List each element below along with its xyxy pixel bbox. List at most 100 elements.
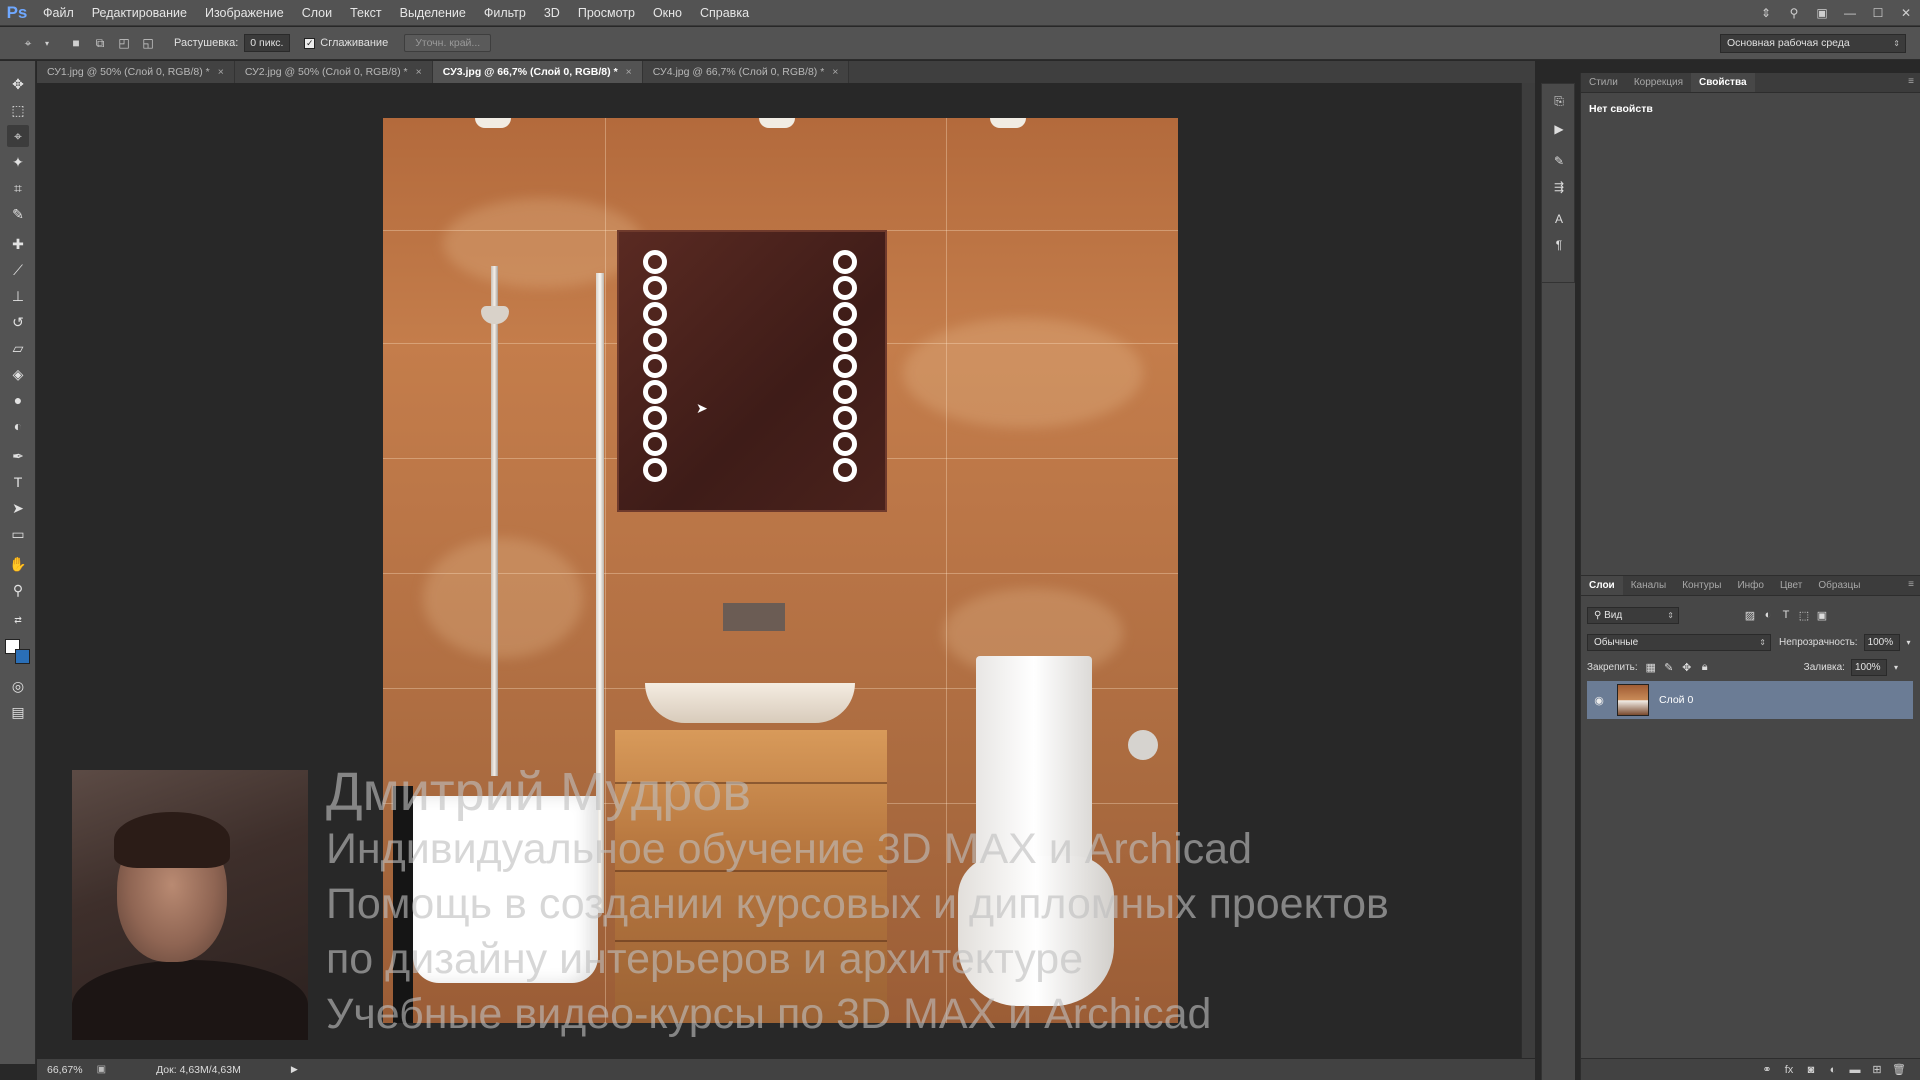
tab-color[interactable]: Цвет: [1772, 576, 1810, 595]
link-layers-icon[interactable]: ⚭: [1756, 1063, 1778, 1076]
filter-adjustment-icon[interactable]: ◐: [1759, 606, 1777, 624]
panel-menu-icon[interactable]: ≡: [1908, 579, 1914, 590]
close-icon[interactable]: ×: [626, 66, 632, 78]
menu-edit[interactable]: Редактирование: [83, 0, 196, 26]
antialias-checkbox[interactable]: ✓: [304, 37, 316, 49]
fill-input[interactable]: 100%: [1850, 658, 1887, 676]
marquee-icon[interactable]: ⬚: [7, 99, 29, 121]
add-selection-icon[interactable]: ⧉: [90, 33, 110, 53]
tool-presets-icon[interactable]: ⇶: [1548, 176, 1570, 198]
tab-channels[interactable]: Каналы: [1623, 576, 1675, 595]
menu-3d[interactable]: 3D: [535, 0, 569, 26]
lock-all-icon[interactable]: 🔒︎: [1696, 658, 1714, 676]
filter-shape-icon[interactable]: ⬚: [1795, 606, 1813, 624]
tab-document[interactable]: СУ2.jpg @ 50% (Слой 0, RGB/8) * ×: [234, 61, 433, 83]
zoom-level[interactable]: 66,67%: [47, 1064, 83, 1076]
magic-wand-icon[interactable]: ✦: [7, 151, 29, 173]
refine-edge-button[interactable]: Уточн. край...: [404, 34, 492, 52]
blend-mode-select[interactable]: Обычные ⇕: [1587, 633, 1771, 651]
adjustment-layer-icon[interactable]: ◐: [1822, 1064, 1844, 1076]
polygonal-lasso-icon[interactable]: ⌖: [7, 125, 29, 147]
menu-select[interactable]: Выделение: [391, 0, 475, 26]
eyedropper-icon[interactable]: ✎: [7, 203, 29, 225]
screen-mode-icon[interactable]: ▣: [1808, 0, 1836, 26]
new-layer-icon[interactable]: ⊞: [1866, 1063, 1888, 1076]
filter-type-icon[interactable]: T: [1777, 606, 1795, 624]
panel-menu-icon[interactable]: ≡: [1908, 76, 1914, 87]
workspace-select[interactable]: Основная рабочая среда ⇕: [1720, 34, 1906, 53]
menu-type[interactable]: Текст: [341, 0, 390, 26]
type-icon[interactable]: T: [7, 471, 29, 493]
intersect-selection-icon[interactable]: ◱: [138, 33, 158, 53]
brush-icon[interactable]: ⟋: [7, 259, 29, 281]
maximize-icon[interactable]: ☐: [1864, 0, 1892, 26]
menu-image[interactable]: Изображение: [196, 0, 293, 26]
status-menu-arrow-icon[interactable]: ▶: [291, 1064, 298, 1075]
tab-document[interactable]: СУ4.jpg @ 66,7% (Слой 0, RGB/8) * ×: [642, 61, 850, 83]
hand-icon[interactable]: ✋: [7, 553, 29, 575]
close-icon[interactable]: ×: [416, 66, 422, 78]
opacity-input[interactable]: 100%: [1863, 633, 1900, 651]
tab-document[interactable]: СУ1.jpg @ 50% (Слой 0, RGB/8) * ×: [37, 61, 235, 83]
arrange-icon[interactable]: ⇕: [1752, 0, 1780, 26]
add-mask-icon[interactable]: ◙: [1800, 1064, 1822, 1076]
swap-colors-icon[interactable]: ⇄: [7, 609, 29, 631]
new-group-icon[interactable]: ▬: [1844, 1064, 1866, 1076]
lock-transparent-icon[interactable]: ▦: [1642, 658, 1660, 676]
menu-view[interactable]: Просмотр: [569, 0, 644, 26]
clone-stamp-icon[interactable]: ⊥: [7, 285, 29, 307]
tab-swatches[interactable]: Образцы: [1810, 576, 1868, 595]
tab-info[interactable]: Инфо: [1729, 576, 1772, 595]
path-selection-icon[interactable]: ➤: [7, 497, 29, 519]
minimize-icon[interactable]: —: [1836, 0, 1864, 26]
eraser-icon[interactable]: ▱: [7, 337, 29, 359]
healing-brush-icon[interactable]: ✚: [7, 233, 29, 255]
subtract-selection-icon[interactable]: ◰: [114, 33, 134, 53]
screen-mode-icon[interactable]: ▤: [7, 701, 29, 723]
pen-icon[interactable]: ✒: [7, 445, 29, 467]
tab-adjustments[interactable]: Коррекция: [1626, 73, 1691, 92]
tab-styles[interactable]: Стили: [1581, 73, 1626, 92]
paint-bucket-icon[interactable]: ◈: [7, 363, 29, 385]
quick-mask-icon[interactable]: ◎: [7, 675, 29, 697]
character-icon[interactable]: A: [1548, 208, 1570, 230]
actions-play-icon[interactable]: ▶: [1548, 118, 1570, 140]
layer-row-selected[interactable]: ◉ Слой 0: [1587, 681, 1913, 719]
menu-help[interactable]: Справка: [691, 0, 758, 26]
menu-window[interactable]: Окно: [644, 0, 691, 26]
history-brush-icon[interactable]: ↺: [7, 311, 29, 333]
brush-presets-icon[interactable]: ✎: [1548, 150, 1570, 172]
blur-icon[interactable]: ●: [7, 389, 29, 411]
polygonal-lasso-preset-icon[interactable]: ⌖: [18, 33, 38, 53]
filter-pixel-icon[interactable]: ▨: [1741, 606, 1759, 624]
menu-filter[interactable]: Фильтр: [475, 0, 535, 26]
feather-input[interactable]: 0 пикс.: [244, 34, 291, 52]
lock-pixels-icon[interactable]: ✎: [1660, 658, 1678, 676]
paragraph-icon[interactable]: ¶: [1548, 234, 1570, 256]
new-selection-icon[interactable]: ■: [66, 33, 86, 53]
zoom-icon[interactable]: ⚲: [7, 579, 29, 601]
tab-layers[interactable]: Слои: [1581, 576, 1623, 595]
layer-filter-select[interactable]: ⚲ Вид ⇕: [1587, 606, 1679, 624]
close-icon[interactable]: ×: [218, 66, 224, 78]
history-icon[interactable]: ⎘: [1548, 90, 1570, 112]
tab-paths[interactable]: Контуры: [1674, 576, 1729, 595]
vertical-scrollbar[interactable]: [1521, 83, 1535, 1058]
rectangle-icon[interactable]: ▭: [7, 523, 29, 545]
proof-icon[interactable]: ▣: [97, 1064, 106, 1075]
chevron-down-icon[interactable]: ▾: [1887, 658, 1905, 676]
close-icon[interactable]: ×: [832, 66, 838, 78]
crop-icon[interactable]: ⌗: [7, 177, 29, 199]
lock-position-icon[interactable]: ✥: [1678, 658, 1696, 676]
menu-layers[interactable]: Слои: [293, 0, 341, 26]
dodge-icon[interactable]: ◐: [7, 415, 29, 437]
chevron-down-icon[interactable]: ▾: [42, 33, 52, 53]
layer-style-fx-icon[interactable]: fx: [1778, 1064, 1800, 1076]
filter-smart-object-icon[interactable]: ▣: [1813, 606, 1831, 624]
background-color-swatch[interactable]: [15, 649, 30, 664]
delete-layer-icon[interactable]: 🗑︎: [1888, 1063, 1910, 1076]
layer-name[interactable]: Слой 0: [1659, 694, 1693, 706]
tab-document-active[interactable]: СУ3.jpg @ 66,7% (Слой 0, RGB/8) * ×: [432, 61, 643, 83]
move-icon[interactable]: ✥: [7, 73, 29, 95]
menu-file[interactable]: Файл: [34, 0, 83, 26]
